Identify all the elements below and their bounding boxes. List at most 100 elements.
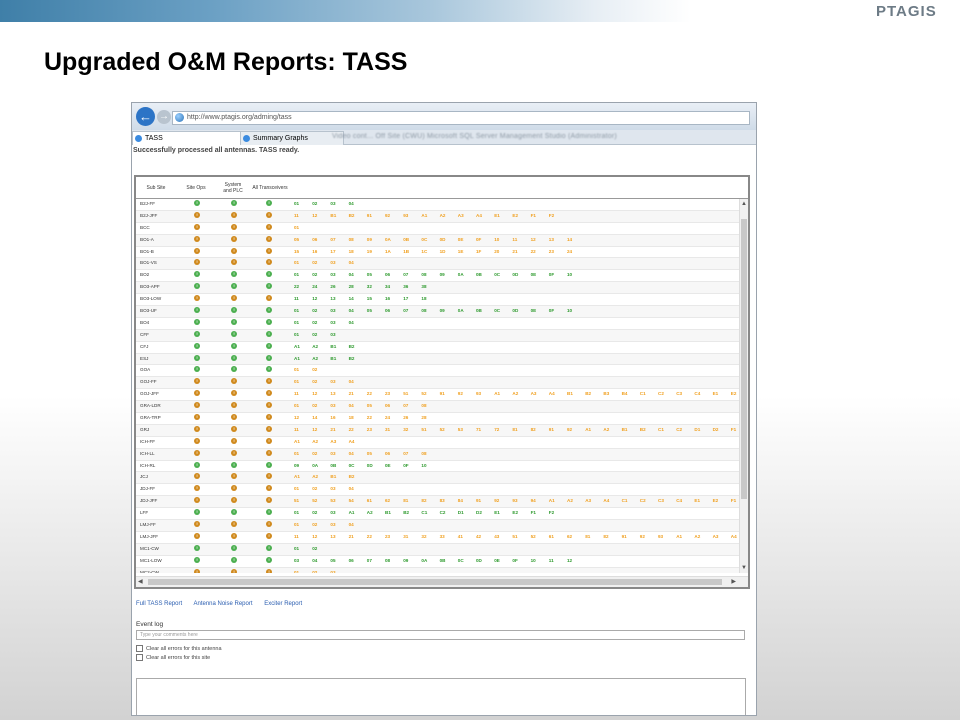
col-system-plc[interactable]: System and PLC [222, 182, 244, 194]
antenna-code[interactable]: B1 [385, 510, 391, 515]
antenna-code[interactable]: 23 [385, 391, 390, 396]
table-row[interactable]: MC1-CW!!! 01 02 [136, 543, 740, 556]
antenna-code[interactable]: 24 [567, 249, 572, 254]
plc-status-icon[interactable]: ! [231, 295, 237, 302]
table-row[interactable]: BO3-APF!!! 22 24 26 28 32 34 36 38 [136, 282, 740, 295]
event-log-textarea[interactable] [136, 678, 746, 715]
antenna-code[interactable]: 13 [330, 296, 335, 301]
antenna-code[interactable]: 91 [367, 213, 372, 218]
antenna-code[interactable]: 13 [549, 237, 554, 242]
transceiver-status-icon[interactable]: ! [266, 366, 272, 373]
table-row[interactable]: BO4!!! 01 02 03 04 [136, 318, 740, 330]
site-ops-status-icon[interactable]: ! [194, 390, 200, 397]
table-row[interactable]: ICH-LL!!! 01 02 03 04 05 06 07 08 [136, 448, 740, 461]
antenna-code[interactable]: 13 [330, 391, 335, 396]
antenna-code[interactable]: 91 [549, 427, 554, 432]
antenna-code[interactable]: 03 [330, 260, 335, 265]
table-row[interactable]: BCC!!! 01 [136, 223, 740, 235]
scroll-left-icon[interactable]: ◀ [138, 579, 143, 585]
site-ops-status-icon[interactable]: ! [194, 295, 200, 302]
antenna-code[interactable]: 0A [385, 237, 391, 242]
plc-status-icon[interactable]: ! [231, 330, 237, 337]
antenna-code[interactable]: 05 [367, 272, 372, 277]
antenna-code[interactable]: 42 [476, 534, 481, 539]
plc-status-icon[interactable]: ! [231, 283, 237, 290]
transceiver-status-icon[interactable]: ! [266, 354, 272, 361]
antenna-code[interactable]: 0D [367, 463, 373, 468]
site-ops-status-icon[interactable]: ! [194, 200, 200, 206]
antenna-code[interactable]: 61 [549, 534, 554, 539]
antenna-code[interactable]: 21 [349, 534, 354, 539]
antenna-code[interactable]: 0D [512, 272, 518, 277]
antenna-code[interactable]: 92 [640, 534, 645, 539]
antenna-code[interactable]: 33 [440, 534, 445, 539]
antenna-code[interactable]: A1 [421, 213, 427, 218]
clear-site-checkbox[interactable] [136, 654, 143, 661]
transceiver-status-icon[interactable]: ! [266, 556, 272, 563]
scroll-right-icon[interactable]: ▶ [731, 579, 736, 585]
antenna-code[interactable]: 21 [512, 249, 517, 254]
event-log-input[interactable]: Type your comments here [136, 630, 745, 640]
plc-status-icon[interactable]: ! [231, 497, 237, 504]
antenna-code[interactable]: 01 [294, 272, 299, 277]
antenna-code[interactable]: A2 [512, 391, 518, 396]
transceiver-status-icon[interactable]: ! [266, 342, 272, 349]
antenna-code[interactable]: 11 [549, 558, 554, 563]
antenna-code[interactable]: 04 [349, 308, 354, 313]
antenna-code[interactable]: 0B [476, 272, 482, 277]
antenna-code[interactable]: B4 [622, 391, 628, 396]
site-ops-status-icon[interactable]: ! [194, 247, 200, 254]
antenna-code[interactable]: 81 [512, 427, 517, 432]
sub-site-name[interactable]: BO1-B [140, 249, 154, 254]
antenna-code[interactable]: 0A [458, 308, 464, 313]
antenna-code[interactable]: 0A [421, 558, 427, 563]
antenna-code[interactable]: 05 [367, 451, 372, 456]
address-bar[interactable]: http://www.ptagis.org/adming/tass [172, 111, 750, 125]
plc-status-icon[interactable]: ! [231, 402, 237, 409]
exciter-report-link[interactable]: Exciter Report [264, 601, 302, 607]
antenna-code[interactable]: 54 [349, 498, 354, 503]
plc-status-icon[interactable]: ! [231, 318, 237, 325]
antenna-code[interactable]: 36 [403, 284, 408, 289]
antenna-code[interactable]: 09 [403, 558, 408, 563]
antenna-code[interactable]: A3 [531, 391, 537, 396]
antenna-code[interactable]: 23 [367, 427, 372, 432]
transceiver-status-icon[interactable]: ! [266, 402, 272, 409]
antenna-code[interactable]: 03 [330, 308, 335, 313]
transceiver-status-icon[interactable]: ! [266, 378, 272, 385]
antenna-code[interactable]: 11 [294, 391, 299, 396]
site-ops-status-icon[interactable]: ! [194, 211, 200, 218]
antenna-code[interactable]: 01 [294, 308, 299, 313]
transceiver-status-icon[interactable]: ! [266, 223, 272, 230]
antenna-code[interactable]: 0C [494, 308, 500, 313]
antenna-code[interactable]: 04 [349, 451, 354, 456]
transceiver-status-icon[interactable]: ! [266, 532, 272, 539]
antenna-code[interactable]: F2 [549, 213, 554, 218]
antenna-code[interactable]: 12 [531, 237, 536, 242]
antenna-code[interactable]: 02 [312, 367, 317, 372]
site-ops-status-icon[interactable]: ! [194, 223, 200, 230]
antenna-code[interactable]: 07 [330, 237, 335, 242]
site-ops-status-icon[interactable]: ! [194, 437, 200, 444]
antenna-code[interactable]: 04 [349, 379, 354, 384]
antenna-code[interactable]: 13 [330, 534, 335, 539]
table-row[interactable]: GOJ-JFF!!! 11 12 13 21 22 23 51 52 91 92 93 A1 A2 A3 A4… [136, 389, 740, 402]
antenna-code[interactable]: 0D [476, 558, 482, 563]
antenna-code[interactable]: 05 [367, 403, 372, 408]
antenna-code[interactable]: E2 [713, 498, 719, 503]
antenna-code[interactable]: 06 [385, 451, 390, 456]
antenna-code[interactable]: 17 [330, 249, 335, 254]
antenna-code[interactable]: 0B [440, 558, 446, 563]
antenna-code[interactable]: D1 [458, 510, 464, 515]
antenna-code[interactable]: C1 [640, 391, 646, 396]
antenna-code[interactable]: 04 [349, 522, 354, 527]
table-row[interactable]: GRA-TRP!!! 12 14 16 18 22 24 26 28 [136, 413, 740, 425]
antenna-code[interactable]: 32 [421, 534, 426, 539]
antenna-code[interactable]: 71 [476, 427, 481, 432]
sub-site-name[interactable]: GRA-LDR [140, 403, 161, 408]
sub-site-name[interactable]: GOA [140, 367, 150, 372]
table-row[interactable]: LMJ-FF!!! 01 02 03 04 [136, 520, 740, 532]
sub-site-name[interactable]: CFF [140, 332, 149, 337]
antenna-code[interactable]: E1 [494, 213, 500, 218]
site-ops-status-icon[interactable]: ! [194, 378, 200, 385]
